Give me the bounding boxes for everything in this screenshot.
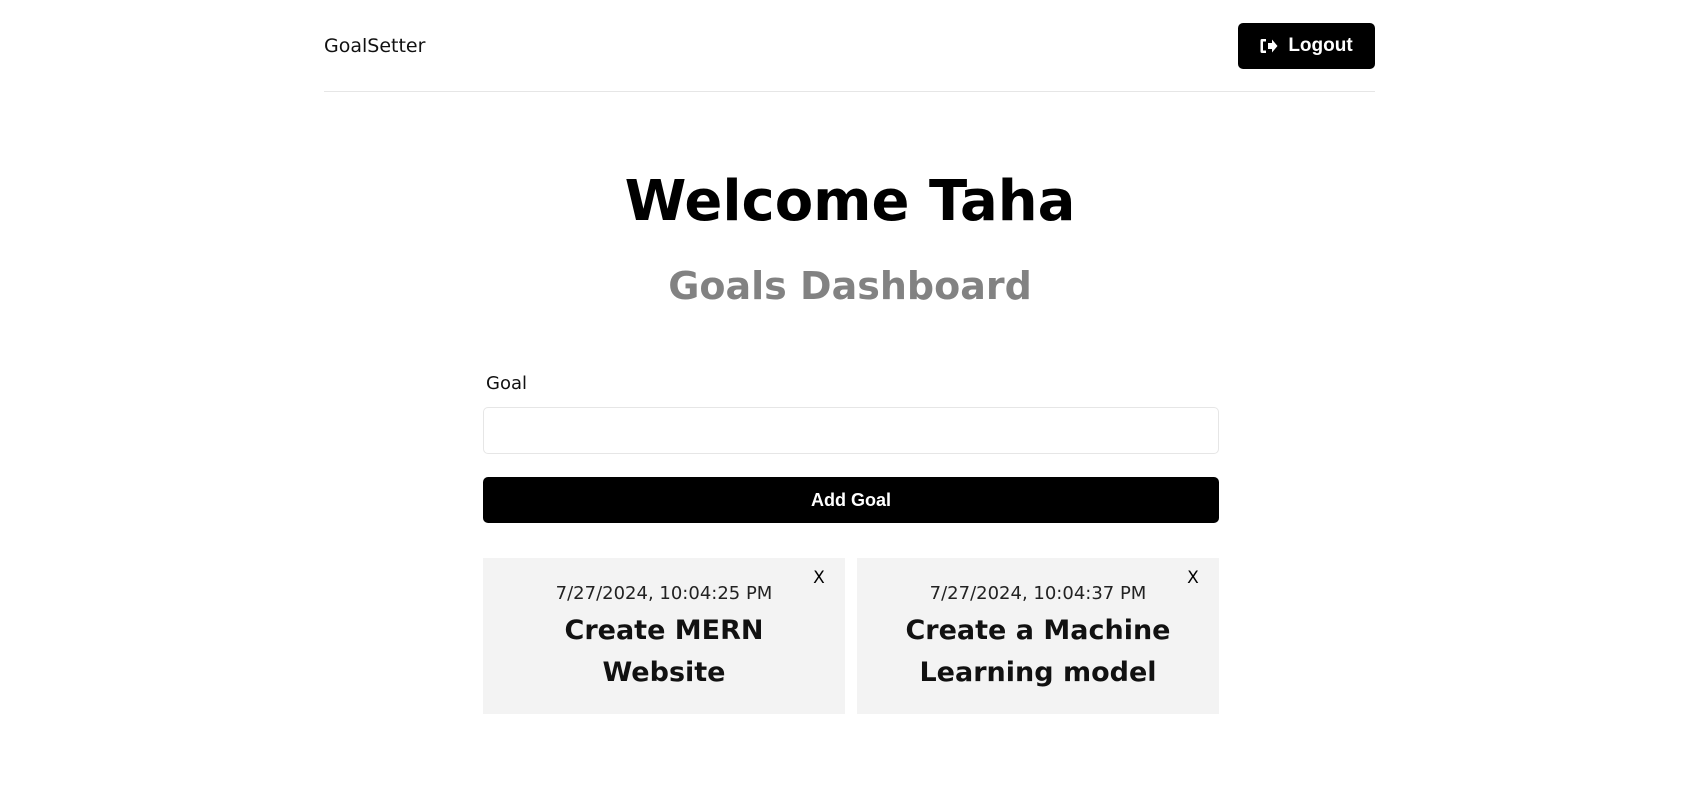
sign-out-icon — [1260, 38, 1278, 54]
delete-goal-button[interactable]: X — [1183, 566, 1203, 590]
welcome-heading: Welcome Taha — [624, 169, 1076, 234]
goal-text: Create a Machine Learning model — [905, 615, 1171, 688]
goal-card: 7/27/2024, 10:04:25 PM Create MERN Websi… — [483, 558, 845, 714]
goal-form: Goal Add Goal — [483, 372, 1219, 523]
goal-label: Goal — [486, 373, 527, 394]
delete-goal-button[interactable]: X — [809, 566, 829, 590]
goal-date: 7/27/2024, 10:04:25 PM — [555, 583, 773, 604]
dashboard-subheading: Goals Dashboard — [668, 264, 1032, 308]
logout-label: Logout — [1288, 35, 1353, 56]
brand-link[interactable]: GoalSetter — [324, 34, 425, 58]
add-goal-button[interactable]: Add Goal — [483, 477, 1219, 523]
logout-button[interactable]: Logout — [1238, 23, 1375, 69]
goal-text: Create MERN Website — [564, 615, 764, 688]
header: GoalSetter Logout — [324, 0, 1375, 92]
goals-list: 7/27/2024, 10:04:25 PM Create MERN Websi… — [483, 558, 1219, 714]
goal-date: 7/27/2024, 10:04:37 PM — [929, 583, 1147, 604]
goal-card: 7/27/2024, 10:04:37 PM Create a Machine … — [857, 558, 1219, 714]
goal-input[interactable] — [483, 407, 1219, 454]
page: GoalSetter Logout Welcome Taha Goals Das… — [0, 0, 1700, 807]
